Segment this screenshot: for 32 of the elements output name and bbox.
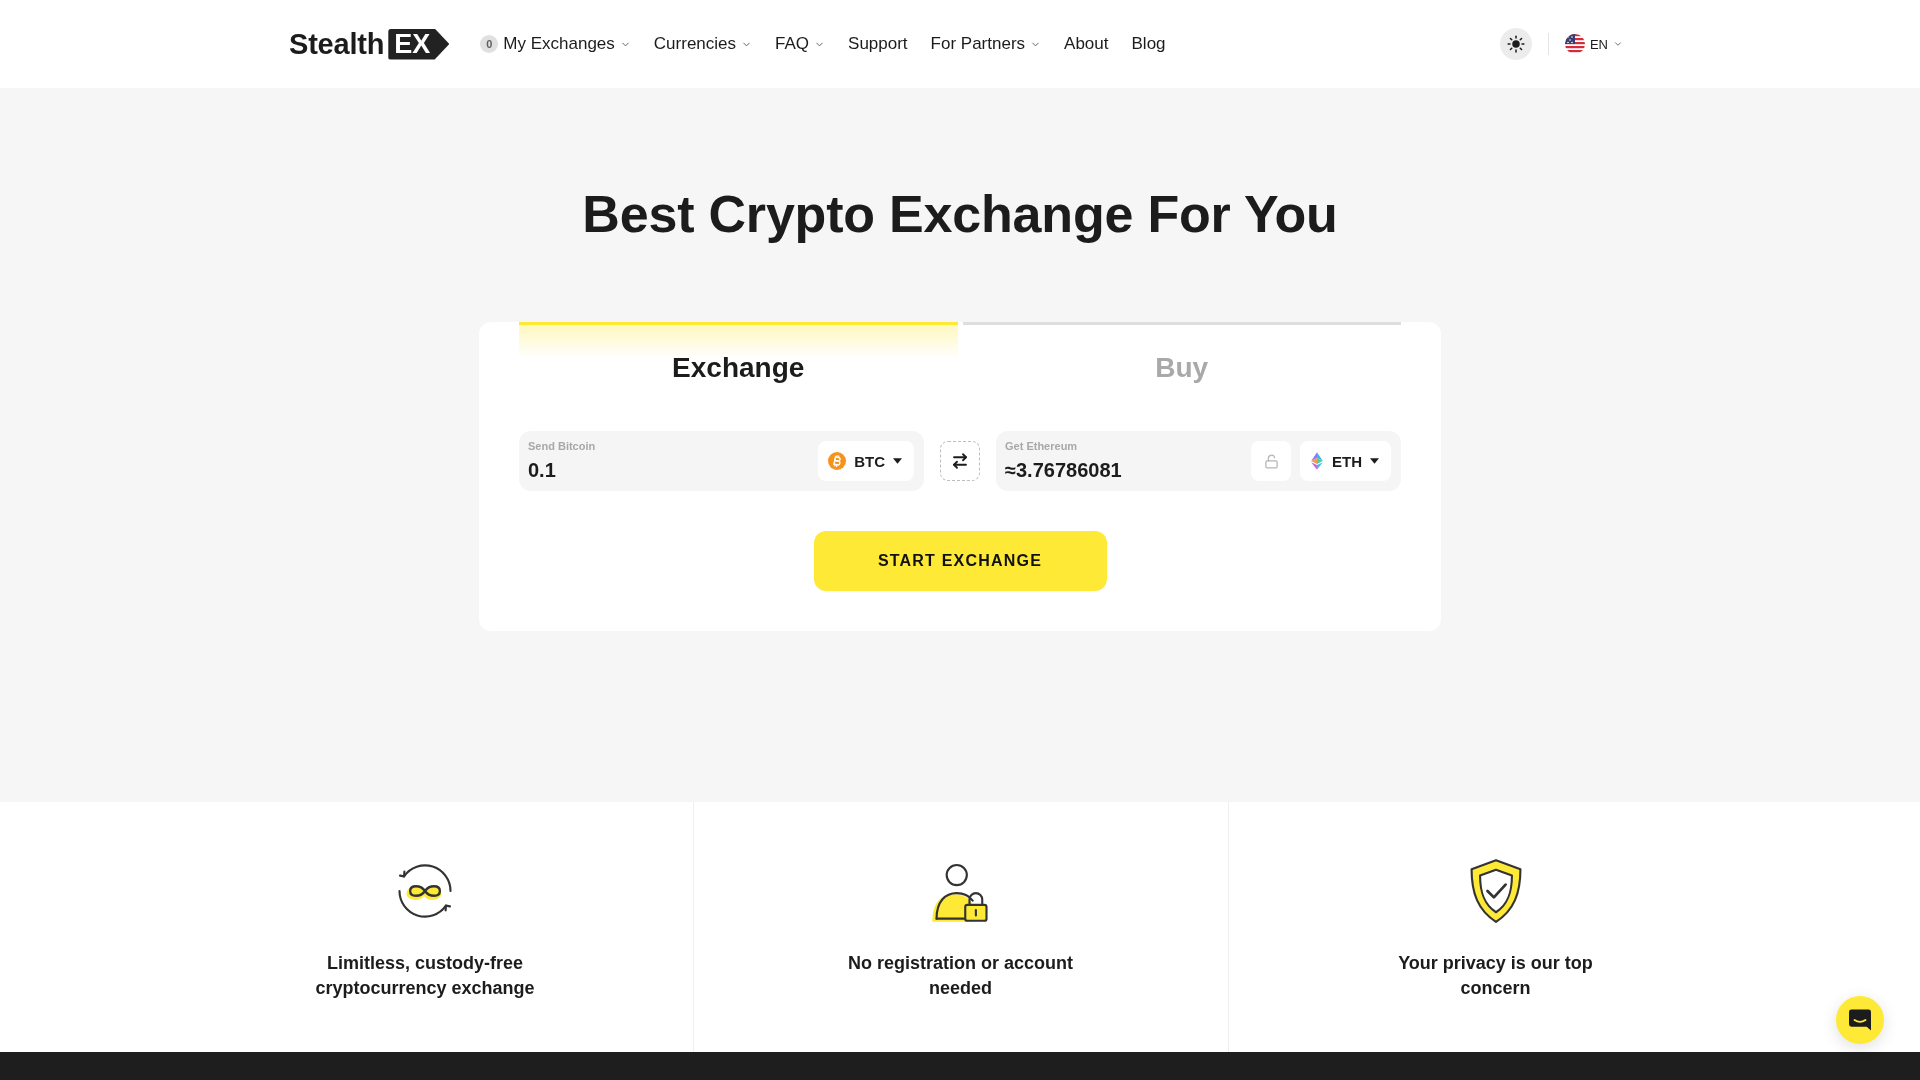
- sun-icon: [1506, 35, 1525, 53]
- flag-icon: [1564, 34, 1585, 54]
- theme-toggle[interactable]: [1499, 28, 1532, 60]
- feature-text: No registration or account needed: [847, 952, 1074, 1000]
- nav-link[interactable]: For Partners: [930, 33, 1042, 55]
- language-selector[interactable]: EN: [1564, 34, 1623, 54]
- caret-icon: [893, 458, 902, 464]
- start-exchange-button[interactable]: START EXCHANGE: [813, 531, 1107, 591]
- field-label: Get Ethereum: [1005, 439, 1079, 453]
- nav-link[interactable]: Currencies: [653, 33, 753, 55]
- logo-badge: EX: [388, 28, 450, 60]
- swap-button[interactable]: [940, 441, 980, 481]
- nav-link[interactable]: Blog: [1131, 33, 1166, 55]
- nav-link[interactable]: Support: [848, 33, 908, 55]
- hero-title: Best Crypto Exchange For You: [582, 184, 1338, 245]
- field-label: Send Bitcoin: [528, 439, 597, 453]
- amount-field[interactable]: Get Ethereum ≈3.76786081 ETH: [996, 431, 1401, 491]
- count-badge: 0: [480, 35, 499, 53]
- chevron-down-icon: [1613, 39, 1623, 49]
- feature-text: Your privacy is our top concern: [1397, 952, 1594, 1000]
- swap-arrows-icon: [951, 452, 969, 470]
- bitcoin-icon: [828, 452, 847, 470]
- chat-icon: [1849, 1009, 1871, 1031]
- nav-link[interactable]: FAQ: [775, 33, 826, 55]
- nav-link[interactable]: About: [1064, 33, 1109, 55]
- currency-selector[interactable]: ETH: [1300, 441, 1391, 481]
- logo-text: Stealth: [289, 28, 385, 60]
- feature-text: Limitless, custody-free cryptocurrency exchange: [314, 952, 536, 1000]
- ethereum-icon: [1310, 452, 1324, 470]
- nav-link[interactable]: 0 My Exchanges: [480, 33, 631, 55]
- caret-icon: [1370, 458, 1379, 464]
- currency-selector[interactable]: BTC: [818, 441, 914, 481]
